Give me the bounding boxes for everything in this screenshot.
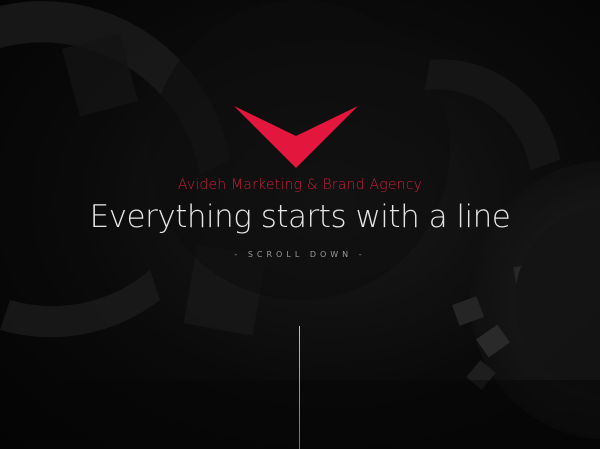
- scroll-down-link[interactable]: - SCROLL DOWN -: [0, 250, 600, 259]
- scroll-line-divider: [299, 326, 300, 449]
- page-headline: Everything starts with a line: [89, 199, 511, 235]
- chevron-logo-icon[interactable]: [234, 106, 358, 168]
- hero-section: Avideh Marketing & Brand Agency Everythi…: [0, 0, 600, 449]
- agency-name: Avideh Marketing & Brand Agency: [177, 177, 423, 193]
